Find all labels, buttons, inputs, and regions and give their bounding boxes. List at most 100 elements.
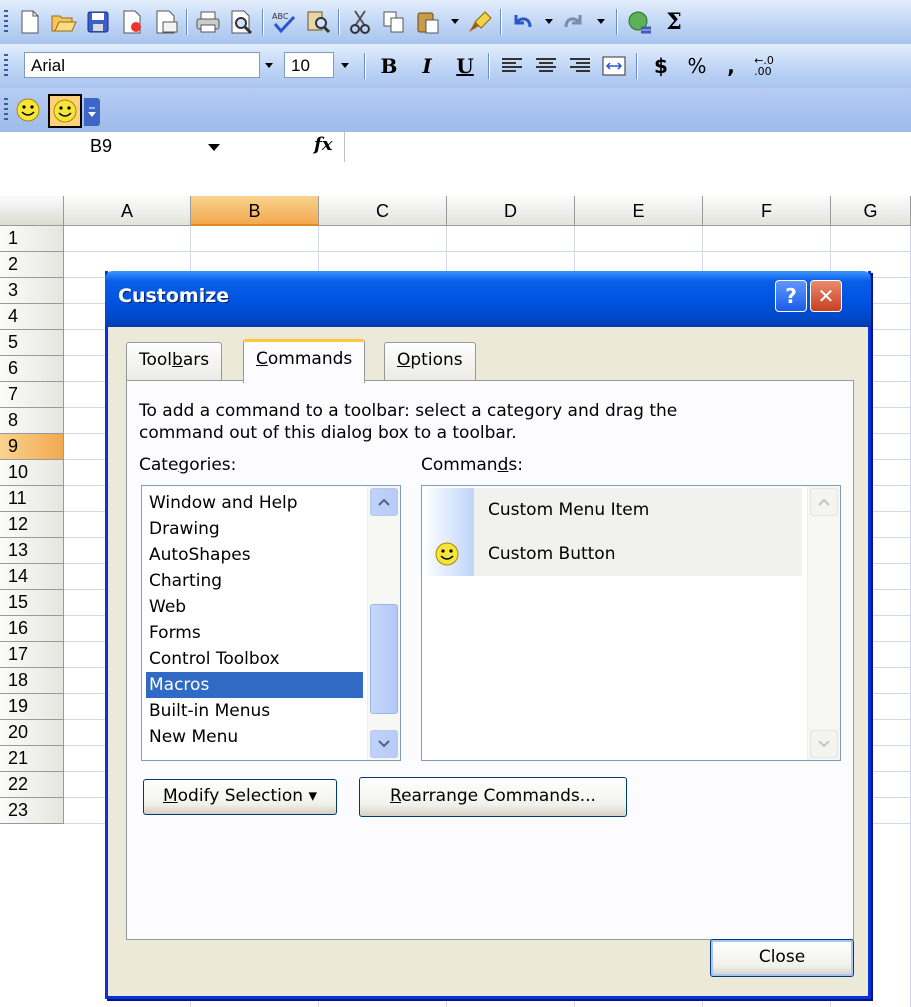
italic-button[interactable]: I [412, 52, 442, 80]
row-header-20[interactable]: 20 [0, 720, 64, 746]
underline-button[interactable]: U [450, 52, 480, 80]
research-icon[interactable] [304, 8, 332, 36]
font-name-dropdown-icon[interactable] [258, 52, 280, 78]
comma-style-button[interactable]: , [716, 52, 746, 80]
row-header-18[interactable]: 18 [0, 668, 64, 694]
row-header-21[interactable]: 21 [0, 746, 64, 772]
row-header-22[interactable]: 22 [0, 772, 64, 798]
print-icon[interactable] [194, 8, 222, 36]
hyperlink-icon[interactable] [626, 8, 654, 36]
percent-button[interactable]: % [682, 52, 712, 80]
category-item[interactable]: Web [146, 594, 363, 620]
smiley-icon-selected[interactable] [48, 94, 82, 128]
scroll-up-icon[interactable] [370, 488, 398, 516]
column-header-d[interactable]: D [447, 196, 575, 226]
paste-icon[interactable] [414, 8, 442, 36]
scroll-up-icon[interactable] [810, 488, 838, 516]
row-header-6[interactable]: 6 [0, 356, 64, 382]
column-header-a[interactable]: A [64, 196, 191, 226]
smiley-icon[interactable] [14, 96, 42, 124]
category-item[interactable]: AutoShapes [146, 542, 363, 568]
tab-commands[interactable]: Commands [243, 339, 366, 383]
close-window-button[interactable]: ✕ [810, 280, 842, 312]
row-header-7[interactable]: 7 [0, 382, 64, 408]
category-item[interactable]: Control Toolbox [146, 646, 363, 672]
row-header-10[interactable]: 10 [0, 460, 64, 486]
category-item[interactable]: New Menu [146, 724, 363, 750]
scroll-down-icon[interactable] [370, 730, 398, 758]
row-header-12[interactable]: 12 [0, 512, 64, 538]
new-icon[interactable] [16, 8, 44, 36]
column-header-g[interactable]: G [831, 196, 911, 226]
toolbar-grip[interactable] [4, 98, 8, 122]
open-icon[interactable] [50, 8, 78, 36]
command-item-custom-menu-item[interactable]: Custom Menu Item [422, 488, 802, 532]
rearrange-commands-button[interactable]: Rearrange Commands... [359, 777, 627, 817]
categories-list[interactable]: Window and Help Drawing AutoShapes Charting… [141, 485, 401, 761]
row-header-2[interactable]: 2 [0, 252, 64, 278]
toolbar-grip[interactable] [4, 54, 8, 78]
row-header-14[interactable]: 14 [0, 564, 64, 590]
row-header-11[interactable]: 11 [0, 486, 64, 512]
command-item-custom-button[interactable]: Custom Button [422, 532, 802, 576]
font-size-box[interactable]: 10 [284, 52, 334, 78]
bold-button[interactable]: B [374, 52, 404, 80]
redo-icon[interactable] [560, 8, 588, 36]
select-all-corner[interactable] [0, 196, 64, 226]
category-item[interactable]: Forms [146, 620, 363, 646]
column-header-b[interactable]: B [191, 196, 319, 226]
toolbar-options-icon[interactable] [84, 98, 100, 126]
row-header-4[interactable]: 4 [0, 304, 64, 330]
help-button[interactable]: ? [775, 280, 807, 312]
column-header-e[interactable]: E [575, 196, 703, 226]
commands-list[interactable]: Custom Menu Item Custom Button [421, 485, 841, 761]
row-header-8[interactable]: 8 [0, 408, 64, 434]
formula-input[interactable] [344, 132, 911, 162]
category-item[interactable]: Window and Help [146, 490, 363, 516]
save-icon[interactable] [84, 8, 112, 36]
format-painter-icon[interactable] [466, 8, 494, 36]
name-box[interactable]: B9 [0, 134, 270, 160]
category-item[interactable]: Built-in Menus [146, 698, 363, 724]
tab-toolbars[interactable]: Toolbars [126, 342, 223, 380]
increase-decimal-icon[interactable]: ←.0.00 [750, 52, 778, 80]
dialog-titlebar[interactable]: Customize ? ✕ [105, 271, 871, 327]
name-box-dropdown-icon[interactable] [208, 144, 220, 151]
undo-icon[interactable] [508, 8, 536, 36]
column-header-c[interactable]: C [319, 196, 447, 226]
permission-icon[interactable] [118, 8, 146, 36]
row-header-1[interactable]: 1 [0, 226, 64, 252]
category-item[interactable]: Drawing [146, 516, 363, 542]
undo-dropdown-icon[interactable] [538, 8, 560, 34]
print-preview-icon[interactable] [228, 8, 256, 36]
font-name-box[interactable]: Arial [24, 52, 260, 78]
autosum-icon[interactable]: Σ [660, 8, 688, 36]
row-header-5[interactable]: 5 [0, 330, 64, 356]
align-left-icon[interactable] [498, 52, 526, 80]
column-header-f[interactable]: F [703, 196, 831, 226]
commands-scrollbar[interactable] [807, 486, 840, 760]
scroll-down-icon[interactable] [810, 730, 838, 758]
category-item[interactable]: Macros [146, 672, 363, 698]
email-icon[interactable] [152, 8, 180, 36]
close-button[interactable]: Close [710, 939, 854, 977]
paste-dropdown-icon[interactable] [444, 8, 466, 34]
redo-dropdown-icon[interactable] [590, 8, 612, 34]
row-header-13[interactable]: 13 [0, 538, 64, 564]
cut-icon[interactable] [346, 8, 374, 36]
spelling-icon[interactable]: ABC [270, 8, 298, 36]
row-header-16[interactable]: 16 [0, 616, 64, 642]
scroll-thumb[interactable] [370, 604, 398, 714]
row-header-23[interactable]: 23 [0, 798, 64, 824]
merge-center-icon[interactable] [600, 52, 628, 80]
align-right-icon[interactable] [566, 52, 594, 80]
categories-scrollbar[interactable] [367, 486, 400, 760]
row-header-9[interactable]: 9 [0, 434, 64, 460]
align-center-icon[interactable] [532, 52, 560, 80]
category-item[interactable]: Charting [146, 568, 363, 594]
row-header-19[interactable]: 19 [0, 694, 64, 720]
copy-icon[interactable] [380, 8, 408, 36]
font-size-dropdown-icon[interactable] [334, 52, 356, 78]
row-header-15[interactable]: 15 [0, 590, 64, 616]
row-header-3[interactable]: 3 [0, 278, 64, 304]
